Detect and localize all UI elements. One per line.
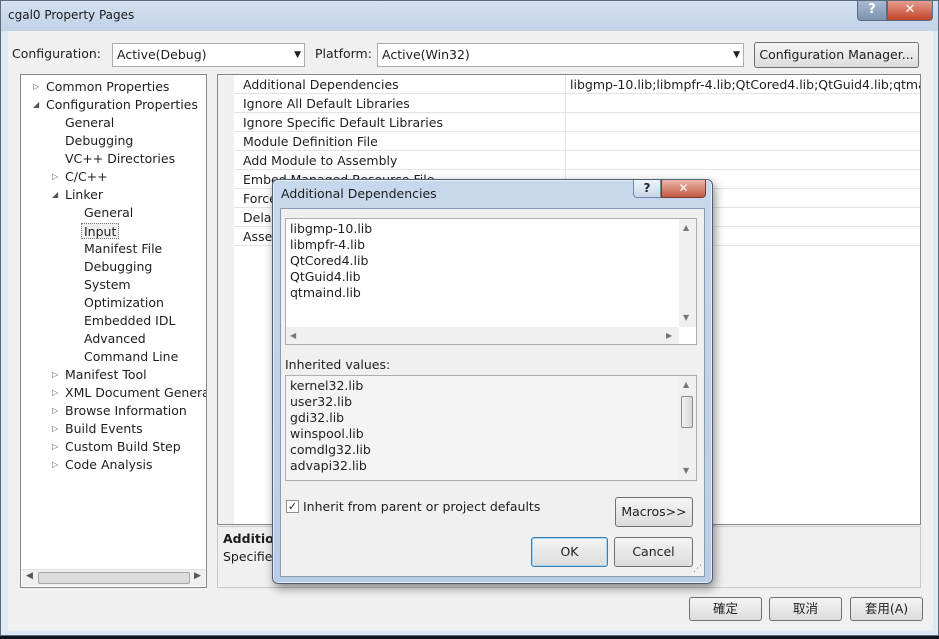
platform-combo[interactable]: Active(Win32) ▼: [377, 43, 744, 67]
collapse-icon[interactable]: ◢: [52, 186, 58, 204]
inherited-vertical-scrollbar[interactable]: ▲ ▼: [679, 376, 696, 480]
close-button[interactable]: ✕: [887, 1, 933, 21]
inherited-line: gdi32.lib: [290, 410, 345, 425]
additional-dependencies-dialog: Additional Dependencies ? ✕ libgmp-10.li…: [272, 179, 713, 584]
category-tree: ▷ Common Properties ◢ Configuration Proper…: [20, 74, 207, 588]
expand-icon[interactable]: ▷: [52, 366, 58, 384]
scroll-right-icon[interactable]: ▶: [194, 571, 201, 581]
resize-grip-icon[interactable]: ⋰: [693, 564, 702, 574]
dialog-ok-button[interactable]: OK: [531, 537, 608, 567]
scroll-right-icon[interactable]: ▶: [666, 331, 672, 340]
window-titlebar[interactable]: cgal0 Property Pages ? ✕: [1, 1, 938, 31]
inherit-checkbox[interactable]: ✓: [286, 500, 299, 513]
expand-icon[interactable]: ▷: [52, 384, 58, 402]
editor-vertical-scrollbar[interactable]: ▲ ▼: [679, 219, 696, 327]
checkmark-icon: ✓: [287, 500, 298, 513]
dialog-cancel-button[interactable]: Cancel: [614, 537, 693, 567]
inherited-line: kernel32.lib: [290, 378, 364, 393]
dialog-help-button[interactable]: ?: [633, 180, 661, 198]
platform-label: Platform:: [315, 46, 372, 61]
expand-icon[interactable]: ▷: [52, 420, 58, 438]
editor-horizontal-scrollbar[interactable]: ◀ ▶: [286, 327, 679, 344]
editor-line: libmpfr-4.lib: [290, 237, 366, 252]
scroll-up-icon[interactable]: ▲: [683, 380, 689, 389]
apply-button[interactable]: 套用(A): [850, 597, 923, 621]
property-row[interactable]: Add Module to Assembly: [234, 151, 920, 170]
dependencies-editor[interactable]: libgmp-10.lib libmpfr-4.lib QtCored4.lib…: [285, 218, 697, 345]
ok-button[interactable]: 確定: [689, 597, 762, 621]
editor-line: QtGuid4.lib: [290, 269, 361, 284]
scroll-left-icon[interactable]: ◀: [26, 571, 33, 581]
scroll-left-icon[interactable]: ◀: [290, 331, 296, 340]
scrollbar-thumb[interactable]: [38, 572, 190, 584]
description-text: Specifies: [223, 549, 279, 564]
editor-line: libgmp-10.lib: [290, 221, 373, 236]
inherited-lines: kernel32.lib user32.lib gdi32.lib winspo…: [290, 378, 371, 474]
inherit-checkbox-label[interactable]: Inherit from parent or project defaults: [303, 499, 540, 514]
property-row[interactable]: Module Definition File: [234, 132, 920, 151]
inherited-values-label: Inherited values:: [285, 357, 391, 372]
expand-icon[interactable]: ▷: [52, 168, 58, 186]
macros-button[interactable]: Macros>>: [615, 497, 693, 527]
grid-gutter: [218, 75, 234, 524]
tree-horizontal-scrollbar[interactable]: ◀ ▶: [22, 569, 205, 586]
configuration-combo[interactable]: Active(Debug) ▼: [112, 43, 305, 67]
property-row[interactable]: Ignore Specific Default Libraries: [234, 113, 920, 132]
configuration-value: Active(Debug): [117, 47, 207, 62]
property-row[interactable]: Ignore All Default Libraries: [234, 94, 920, 113]
scrollbar-thumb[interactable]: [681, 396, 693, 428]
expand-icon[interactable]: ▷: [52, 456, 58, 474]
property-row[interactable]: Additional Dependencies libgmp-10.lib;lib…: [234, 75, 920, 94]
editor-line: QtCored4.lib: [290, 253, 369, 268]
chevron-down-icon: ▼: [733, 50, 740, 60]
help-button[interactable]: ?: [857, 1, 887, 21]
expand-icon[interactable]: ▷: [52, 402, 58, 420]
scroll-down-icon[interactable]: ▼: [683, 466, 689, 475]
cancel-button[interactable]: 取消: [769, 597, 842, 621]
inherited-line: winspool.lib: [290, 426, 364, 441]
configuration-manager-button[interactable]: Configuration Manager...: [754, 42, 919, 68]
platform-value: Active(Win32): [382, 47, 470, 62]
configuration-label: Configuration:: [12, 46, 101, 61]
dialog-close-button[interactable]: ✕: [661, 180, 706, 198]
description-title: Additio: [223, 531, 274, 546]
expand-icon[interactable]: ▷: [33, 78, 39, 96]
expand-icon[interactable]: ▷: [52, 438, 58, 456]
collapse-icon[interactable]: ◢: [33, 96, 39, 114]
editor-line: qtmaind.lib: [290, 285, 361, 300]
chevron-down-icon: ▼: [294, 50, 301, 60]
dialog-client-area: libgmp-10.lib libmpfr-4.lib QtCored4.lib…: [280, 208, 705, 577]
window-title: cgal0 Property Pages: [8, 8, 135, 22]
dialog-title: Additional Dependencies: [281, 186, 437, 201]
scroll-down-icon[interactable]: ▼: [683, 313, 689, 322]
scroll-up-icon[interactable]: ▲: [683, 223, 689, 232]
editor-lines: libgmp-10.lib libmpfr-4.lib QtCored4.lib…: [290, 221, 372, 301]
inherited-line: user32.lib: [290, 394, 353, 409]
inherited-line: comdlg32.lib: [290, 442, 371, 457]
inherited-line: advapi32.lib: [290, 458, 367, 473]
inherited-values-list[interactable]: kernel32.lib user32.lib gdi32.lib winspo…: [285, 375, 697, 481]
